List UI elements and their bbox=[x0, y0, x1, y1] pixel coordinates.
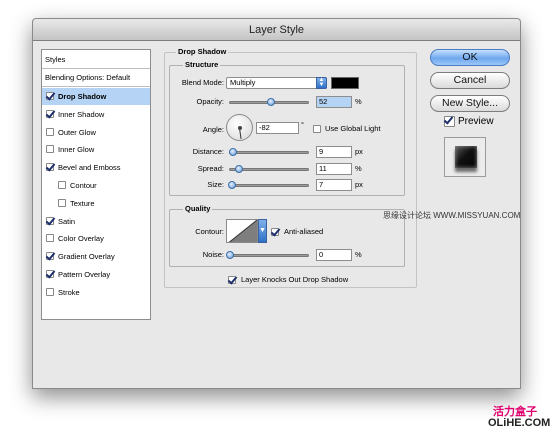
anti-aliased-checkbox[interactable] bbox=[271, 228, 279, 236]
blend-mode-value: Multiply bbox=[230, 78, 256, 87]
preview-checkbox[interactable] bbox=[444, 116, 455, 127]
style-preview-swatch bbox=[455, 146, 477, 168]
sidebar-item-label: Pattern Overlay bbox=[58, 270, 111, 279]
sidebar-item-label: Contour bbox=[70, 181, 97, 190]
angle-input[interactable]: -82 bbox=[256, 122, 299, 134]
sidebar-item-pattern-overlay[interactable]: Pattern Overlay bbox=[42, 266, 150, 283]
spread-unit: % bbox=[355, 164, 362, 173]
noise-label: Noise: bbox=[202, 250, 224, 259]
sidebar-item-outer-glow[interactable]: Outer Glow bbox=[42, 124, 150, 141]
sidebar-item-texture[interactable]: Texture bbox=[42, 195, 150, 212]
sidebar-item-label: Outer Glow bbox=[58, 127, 96, 137]
sidebar-item-checkbox[interactable] bbox=[46, 234, 54, 243]
sidebar-item-checkbox[interactable] bbox=[46, 145, 54, 154]
opacity-unit: % bbox=[355, 97, 362, 106]
blend-mode-select[interactable]: Multiply ▲ ▼ bbox=[226, 77, 327, 89]
noise-input[interactable]: 0 bbox=[316, 249, 352, 261]
distance-label: Distance: bbox=[192, 147, 224, 156]
sidebar-item-label: Inner Glow bbox=[58, 145, 95, 155]
angle-label: Angle: bbox=[202, 125, 224, 134]
watermark-bottom-en: OLiHE.COM bbox=[488, 417, 550, 429]
angle-unit: ° bbox=[301, 120, 304, 129]
angle-dial-center bbox=[238, 126, 242, 130]
window-title: Layer Style bbox=[33, 19, 520, 41]
quality-title: Quality bbox=[183, 204, 213, 213]
chevron-up-down-icon: ▲ ▼ bbox=[316, 77, 327, 89]
size-input[interactable]: 7 bbox=[316, 179, 352, 191]
contour-label: Contour: bbox=[195, 227, 224, 236]
shadow-color-swatch[interactable] bbox=[331, 77, 359, 89]
sidebar-item-label: Texture bbox=[70, 198, 95, 208]
sidebar-item-checkbox[interactable] bbox=[46, 287, 54, 296]
noise-unit: % bbox=[355, 250, 362, 259]
sidebar-item-checkbox[interactable] bbox=[46, 127, 54, 136]
styles-header[interactable]: Styles bbox=[42, 50, 150, 69]
opacity-slider-knob[interactable] bbox=[266, 98, 275, 106]
blend-mode-label: Blend Mode: bbox=[181, 78, 224, 87]
ok-button[interactable]: OK bbox=[430, 49, 510, 66]
cancel-button[interactable]: Cancel bbox=[430, 72, 510, 89]
sidebar-item-label: Bevel and Emboss bbox=[58, 163, 121, 173]
contour-dropdown-arrow[interactable]: ▼ bbox=[258, 219, 267, 243]
sidebar-item-bevel-and-emboss[interactable]: Bevel and Emboss bbox=[42, 159, 150, 176]
new-style-button[interactable]: New Style... bbox=[430, 95, 510, 112]
sidebar-item-label: Satin bbox=[58, 216, 76, 226]
layer-knocks-out-checkbox[interactable] bbox=[228, 276, 236, 284]
sidebar-item-stroke[interactable]: Stroke bbox=[42, 284, 150, 301]
distance-unit: px bbox=[355, 147, 363, 156]
sidebar-item-gradient-overlay[interactable]: Gradient Overlay bbox=[42, 248, 150, 265]
sidebar-item-drop-shadow[interactable]: Drop Shadow bbox=[42, 88, 150, 105]
angle-dial[interactable] bbox=[226, 114, 253, 141]
contour-linear-icon bbox=[228, 220, 257, 242]
size-label: Size: bbox=[207, 180, 224, 189]
sidebar-item-label: Stroke bbox=[58, 287, 80, 297]
anti-aliased-label: Anti-aliased bbox=[284, 227, 324, 236]
sidebar-item-inner-glow[interactable]: Inner Glow bbox=[42, 141, 150, 158]
structure-title: Structure bbox=[183, 60, 221, 69]
sidebar-item-label: Inner Shadow bbox=[58, 109, 105, 119]
sidebar-item-contour[interactable]: Contour bbox=[42, 177, 150, 194]
sidebar-item-checkbox[interactable] bbox=[46, 270, 54, 278]
sidebar-item-checkbox[interactable] bbox=[46, 163, 54, 172]
watermark-top: 思缘设计论坛 WWW.MISSYUAN.COM bbox=[383, 211, 521, 220]
sidebar-item-checkbox[interactable] bbox=[58, 198, 66, 207]
layer-style-dialog: Layer Style Styles Blending Options: Def… bbox=[32, 18, 521, 389]
noise-slider-knob[interactable] bbox=[226, 251, 234, 259]
sidebar-item-inner-shadow[interactable]: Inner Shadow bbox=[42, 106, 150, 123]
sidebar-item-color-overlay[interactable]: Color Overlay bbox=[42, 230, 150, 247]
distance-input[interactable]: 9 bbox=[316, 146, 352, 158]
use-global-light-label: Use Global Light bbox=[325, 124, 381, 133]
opacity-label: Opacity: bbox=[196, 97, 224, 106]
blending-options-item[interactable]: Blending Options: Default bbox=[42, 69, 150, 87]
size-unit: px bbox=[355, 180, 363, 189]
sidebar-item-label: Gradient Overlay bbox=[58, 252, 115, 262]
use-global-light-checkbox[interactable] bbox=[313, 125, 321, 133]
size-slider[interactable] bbox=[228, 181, 309, 189]
sidebar-item-checkbox[interactable] bbox=[46, 92, 54, 100]
opacity-slider[interactable] bbox=[229, 98, 309, 106]
layer-knocks-out-label: Layer Knocks Out Drop Shadow bbox=[241, 275, 349, 284]
preview-label: Preview bbox=[458, 116, 494, 127]
sidebar-item-satin[interactable]: Satin bbox=[42, 213, 150, 230]
sidebar-item-checkbox[interactable] bbox=[46, 216, 54, 225]
spread-slider-knob[interactable] bbox=[234, 165, 243, 173]
spread-slider[interactable] bbox=[229, 165, 309, 173]
style-preview-box bbox=[444, 137, 486, 177]
contour-preview[interactable] bbox=[226, 219, 258, 243]
sidebar-item-label: Color Overlay bbox=[58, 234, 104, 244]
noise-slider[interactable] bbox=[226, 251, 309, 259]
spread-input[interactable]: 11 bbox=[316, 163, 352, 175]
drop-shadow-title: Drop Shadow bbox=[176, 47, 229, 56]
distance-slider[interactable] bbox=[229, 148, 309, 156]
sidebar-item-checkbox[interactable] bbox=[58, 181, 66, 189]
sidebar-item-checkbox[interactable] bbox=[46, 252, 54, 261]
styles-list: Styles Blending Options: Default Drop Sh… bbox=[41, 49, 151, 320]
sidebar-item-checkbox[interactable] bbox=[46, 109, 54, 118]
spread-label: Spread: bbox=[197, 164, 224, 173]
opacity-input[interactable]: 52 bbox=[316, 96, 352, 108]
sidebar-item-label: Drop Shadow bbox=[58, 92, 107, 101]
